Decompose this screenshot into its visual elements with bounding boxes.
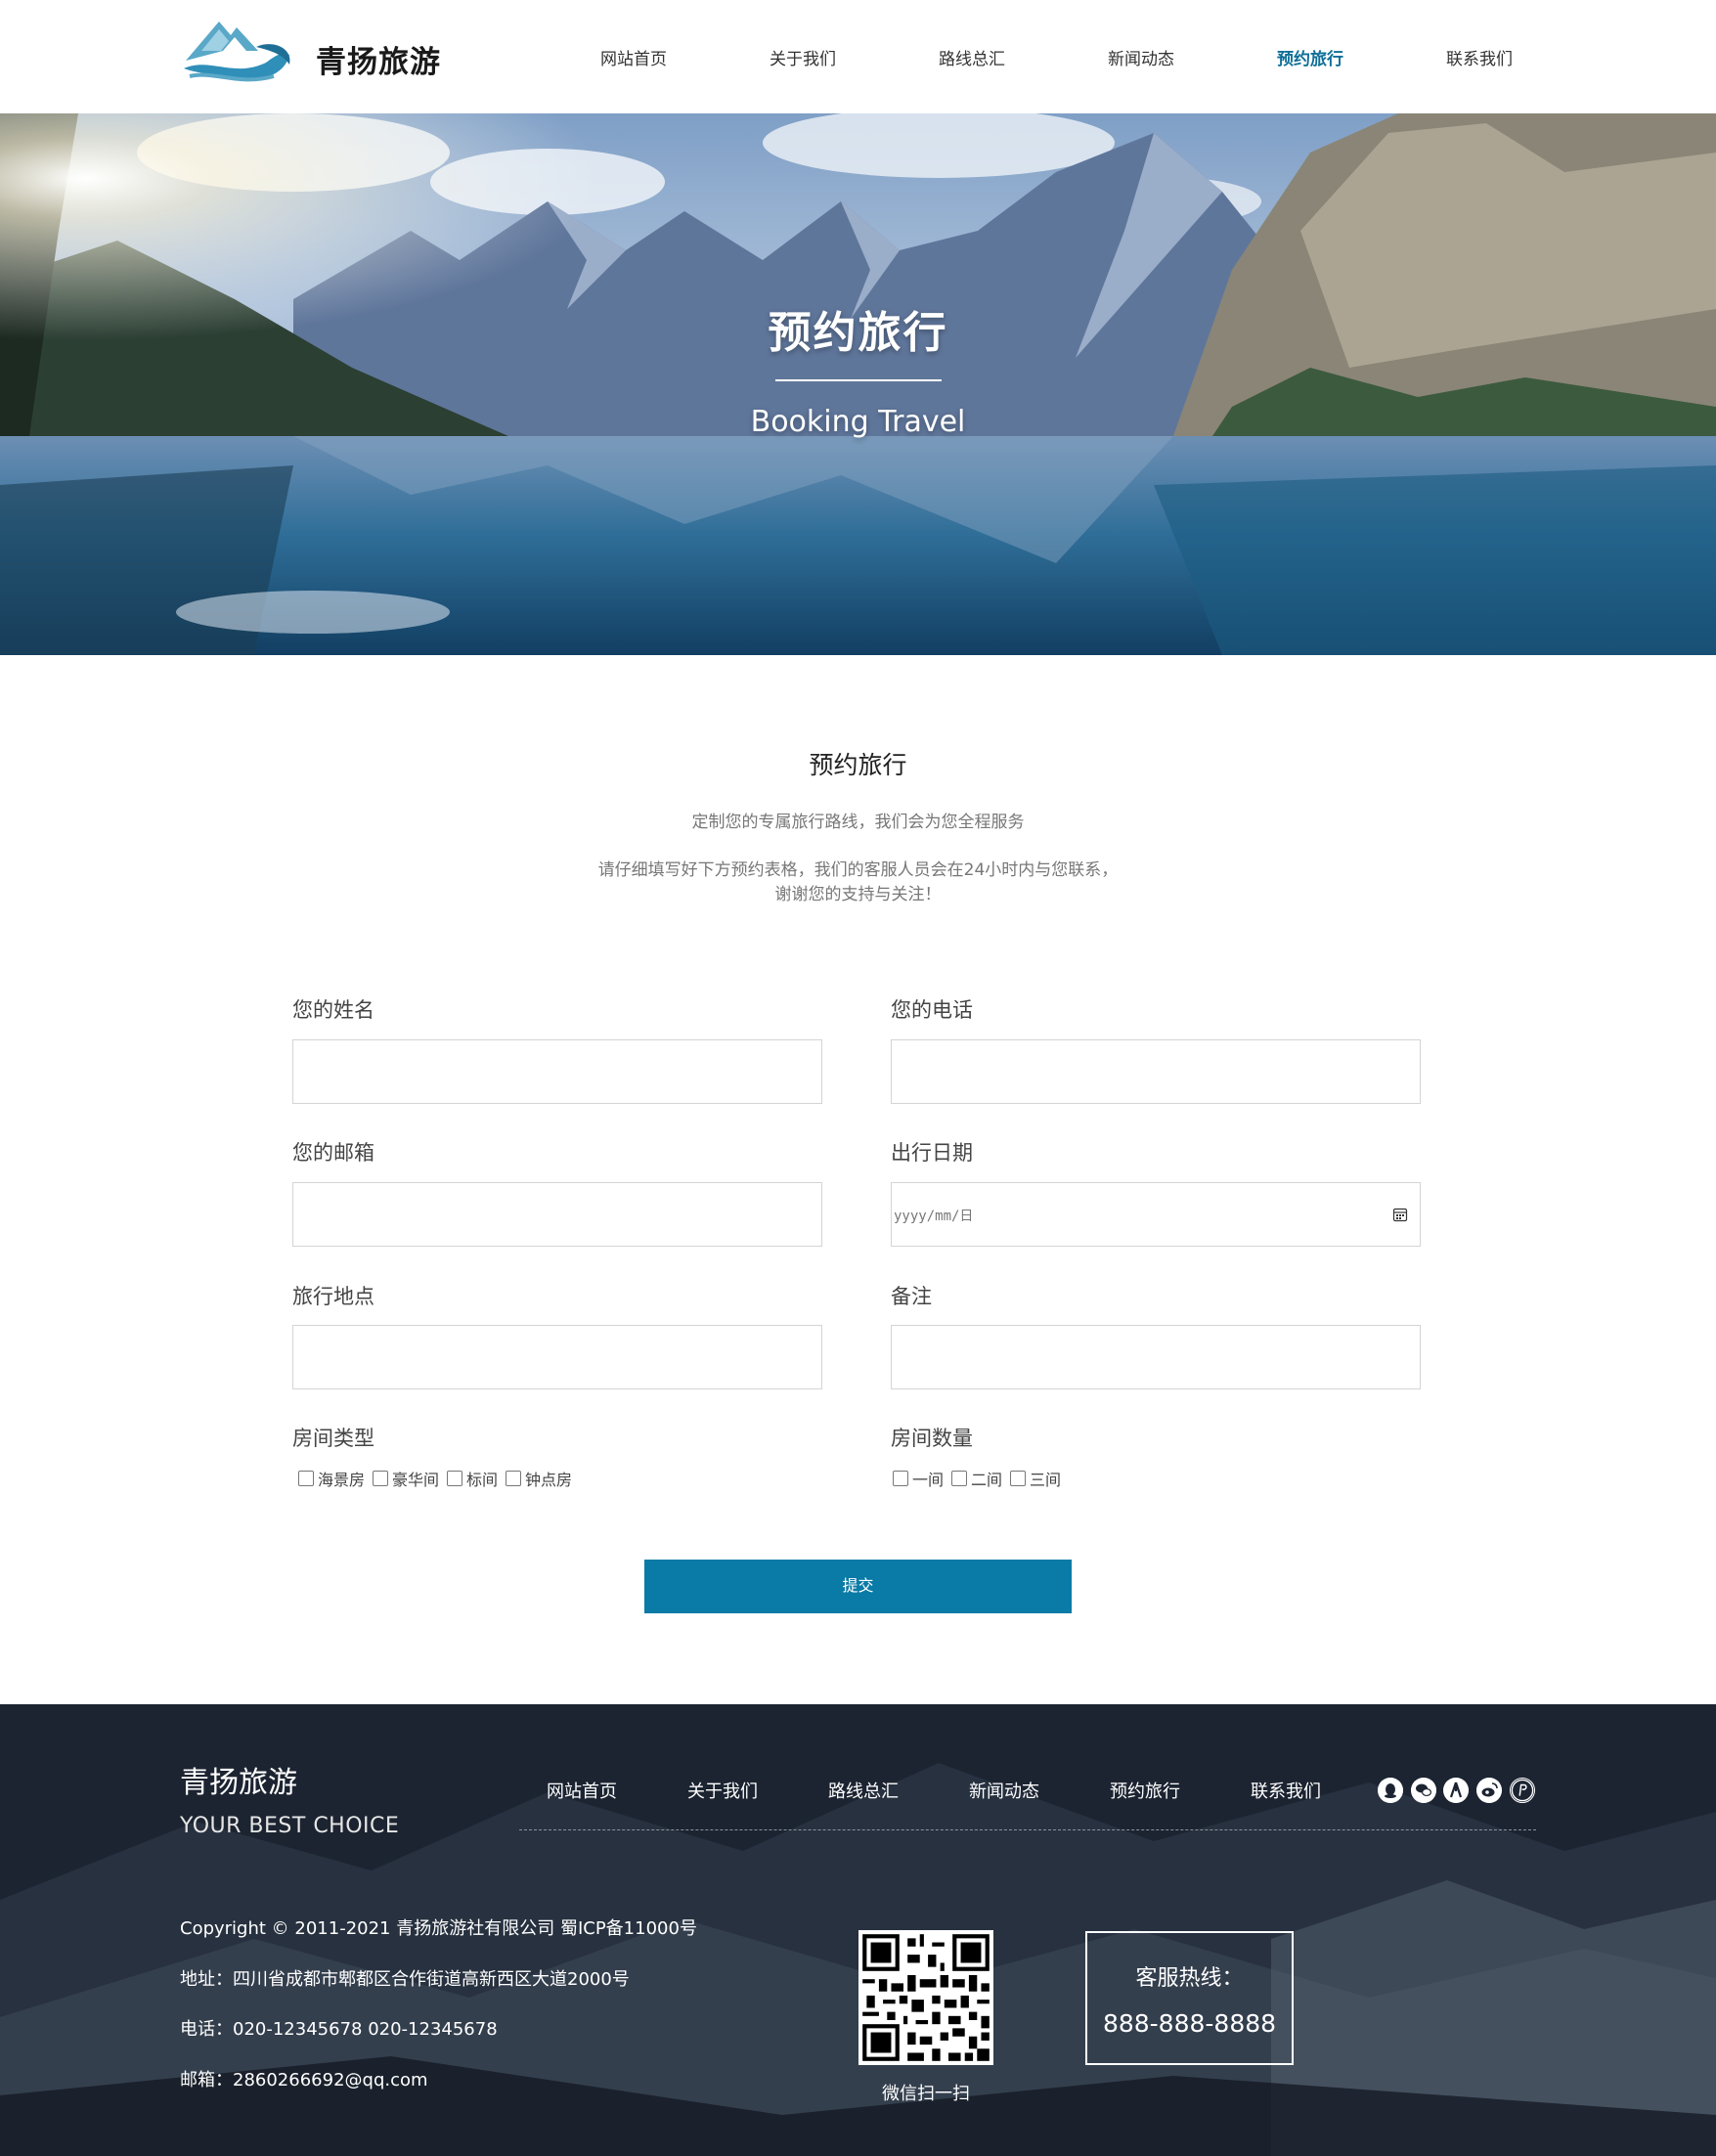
description-line-1: 请仔细填写好下方预约表格，我们的客服人员会在24小时内与您联系， bbox=[597, 860, 1119, 880]
room-count-label: 房间数量 bbox=[891, 1427, 973, 1450]
name-label: 您的姓名 bbox=[292, 998, 374, 1022]
description-line-2: 谢谢您的支持与关注！ bbox=[774, 885, 942, 904]
email-field[interactable] bbox=[292, 1182, 822, 1247]
weibo-icon[interactable] bbox=[1476, 1778, 1502, 1803]
footer-nav-about[interactable]: 关于我们 bbox=[659, 1778, 786, 1803]
nav-contact[interactable]: 联系我们 bbox=[1421, 45, 1538, 69]
checkbox[interactable] bbox=[447, 1471, 463, 1486]
footer-address: 地址：四川省成都市郫都区合作街道高新西区大道2000号 bbox=[180, 1969, 630, 1990]
mountain-lake-image bbox=[0, 113, 1716, 655]
checkbox[interactable] bbox=[951, 1471, 968, 1486]
nav-booking[interactable]: 预约旅行 bbox=[1252, 45, 1369, 69]
room-count-option[interactable]: 一间 bbox=[893, 1467, 944, 1490]
banner-title: 预约旅行 bbox=[768, 308, 948, 358]
site-header: 青扬旅游 网站首页 关于我们 路线总汇 新闻动态 预约旅行 联系我们 bbox=[0, 0, 1716, 113]
qq-icon[interactable] bbox=[1378, 1778, 1403, 1803]
room-count-option[interactable]: 二间 bbox=[951, 1467, 1002, 1490]
footer-nav-routes[interactable]: 路线总汇 bbox=[800, 1778, 927, 1803]
wechat-icon[interactable] bbox=[1411, 1778, 1436, 1803]
logo-icon[interactable] bbox=[180, 18, 295, 86]
hotline-number[interactable]: 888-888-8888 bbox=[1087, 2009, 1292, 2038]
date-label: 出行日期 bbox=[891, 1141, 973, 1165]
footer-copyright: Copyright © 2011-2021 青扬旅游社有限公司 蜀ICP备110… bbox=[180, 1918, 697, 1939]
calendar-icon[interactable] bbox=[1392, 1207, 1408, 1222]
room-type-option[interactable]: 标间 bbox=[447, 1467, 498, 1490]
note-label: 备注 bbox=[891, 1285, 932, 1308]
footer-phone: 电话：020-12345678 020-12345678 bbox=[180, 2019, 498, 2040]
place-field[interactable] bbox=[292, 1325, 822, 1389]
footer-nav-contact[interactable]: 联系我们 bbox=[1222, 1778, 1349, 1803]
date-placeholder: yyyy/mm/日 bbox=[894, 1209, 974, 1224]
nav-home[interactable]: 网站首页 bbox=[575, 45, 692, 69]
checkbox[interactable] bbox=[373, 1471, 389, 1486]
site-footer: 青扬旅游 YOUR BEST CHOICE 网站首页 关于我们 路线总汇 新闻动… bbox=[0, 1704, 1716, 2156]
checkbox[interactable] bbox=[506, 1471, 522, 1486]
footer-email: 邮箱：2860266692@qq.com bbox=[180, 2070, 428, 2090]
nav-about[interactable]: 关于我们 bbox=[744, 45, 861, 69]
note-field[interactable] bbox=[891, 1325, 1421, 1389]
checkbox[interactable] bbox=[1010, 1471, 1027, 1486]
section-title: 预约旅行 bbox=[809, 751, 907, 779]
travel-date-field[interactable]: yyyy/mm/日 bbox=[891, 1182, 1421, 1247]
section-description: 请仔细填写好下方预约表格，我们的客服人员会在24小时内与您联系， 谢谢您的支持与… bbox=[548, 858, 1168, 907]
footer-nav-booking[interactable]: 预约旅行 bbox=[1081, 1778, 1209, 1803]
room-type-option[interactable]: 海景房 bbox=[298, 1467, 365, 1490]
footer-divider bbox=[519, 1829, 1536, 1830]
section-subtitle: 定制您的专属旅行路线，我们会为您全程服务 bbox=[691, 813, 1025, 832]
hero-banner: 预约旅行 Booking Travel bbox=[0, 113, 1716, 655]
footer-nav-news[interactable]: 新闻动态 bbox=[941, 1778, 1068, 1803]
phone-label: 您的电话 bbox=[891, 998, 973, 1022]
checkbox[interactable] bbox=[893, 1471, 908, 1486]
footer-nav-home[interactable]: 网站首页 bbox=[518, 1778, 645, 1803]
qr-caption: 微信扫一扫 bbox=[882, 2084, 970, 2104]
banner-divider bbox=[775, 379, 942, 381]
nav-news[interactable]: 新闻动态 bbox=[1082, 45, 1200, 69]
hotline-box: 客服热线： 888-888-8888 bbox=[1085, 1931, 1294, 2065]
footer-slogan: YOUR BEST CHOICE bbox=[180, 1814, 400, 1838]
room-count-option[interactable]: 三间 bbox=[1010, 1467, 1061, 1490]
place-label: 旅行地点 bbox=[292, 1285, 374, 1308]
room-type-option[interactable]: 豪华间 bbox=[373, 1467, 439, 1490]
paypal-icon[interactable] bbox=[1510, 1778, 1535, 1803]
nav-routes[interactable]: 路线总汇 bbox=[913, 45, 1031, 69]
renren-icon[interactable] bbox=[1443, 1778, 1469, 1803]
submit-button[interactable]: 提交 bbox=[644, 1560, 1072, 1613]
room-type-option[interactable]: 钟点房 bbox=[506, 1467, 572, 1490]
checkbox[interactable] bbox=[298, 1471, 314, 1486]
phone-field[interactable] bbox=[891, 1039, 1421, 1104]
footer-nav: 网站首页 关于我们 路线总汇 新闻动态 预约旅行 联系我们 bbox=[518, 1778, 1369, 1803]
room-count-options: 一间 二间 三间 bbox=[893, 1467, 1069, 1490]
main-nav: 网站首页 关于我们 路线总汇 新闻动态 预约旅行 联系我们 bbox=[575, 45, 1543, 69]
footer-brand: 青扬旅游 bbox=[180, 1766, 297, 1800]
wechat-qr-code-icon bbox=[858, 1930, 993, 2065]
banner-subtitle: Booking Travel bbox=[750, 405, 966, 439]
brand-name[interactable]: 青扬旅游 bbox=[316, 37, 441, 81]
room-type-label: 房间类型 bbox=[292, 1427, 374, 1450]
email-label: 您的邮箱 bbox=[292, 1141, 374, 1165]
name-field[interactable] bbox=[292, 1039, 822, 1104]
room-type-options: 海景房 豪华间 标间 钟点房 bbox=[298, 1467, 580, 1490]
hotline-label: 客服热线： bbox=[1135, 1966, 1244, 1991]
